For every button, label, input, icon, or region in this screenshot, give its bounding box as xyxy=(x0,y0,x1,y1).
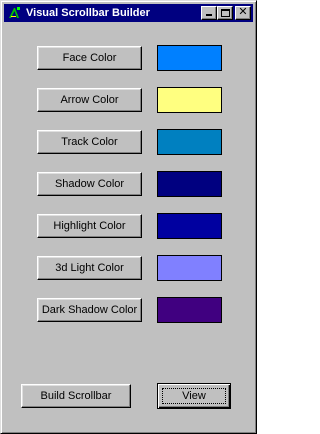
face-color-swatch[interactable] xyxy=(157,45,222,71)
view-button[interactable]: View xyxy=(157,383,231,409)
window-controls: ✕ xyxy=(201,6,251,20)
track-color-swatch[interactable] xyxy=(157,129,222,155)
maximize-icon xyxy=(221,9,230,17)
window-title: Visual Scrollbar Builder xyxy=(26,7,150,19)
arrow-color-swatch[interactable] xyxy=(157,87,222,113)
shadow-color-swatch[interactable] xyxy=(157,171,222,197)
view-button-label: View xyxy=(182,390,206,402)
highlight-color-swatch[interactable] xyxy=(157,213,222,239)
app-icon xyxy=(7,6,21,20)
dark-shadow-color-button[interactable]: Dark Shadow Color xyxy=(37,298,142,322)
dark-shadow-color-swatch[interactable] xyxy=(157,297,222,323)
minimize-icon xyxy=(206,14,212,16)
track-color-button[interactable]: Track Color xyxy=(37,130,142,154)
build-scrollbar-button[interactable]: Build Scrollbar xyxy=(21,384,131,408)
3d-light-color-swatch[interactable] xyxy=(157,255,222,281)
minimize-button[interactable] xyxy=(201,6,217,20)
app-window: Visual Scrollbar Builder ✕ Face Color Ar… xyxy=(0,0,257,434)
face-color-button[interactable]: Face Color xyxy=(37,46,142,70)
title-bar[interactable]: Visual Scrollbar Builder ✕ xyxy=(4,4,253,22)
close-icon: ✕ xyxy=(238,5,248,18)
shadow-color-button[interactable]: Shadow Color xyxy=(37,172,142,196)
close-button[interactable]: ✕ xyxy=(235,6,251,20)
highlight-color-button[interactable]: Highlight Color xyxy=(37,214,142,238)
3d-light-color-button[interactable]: 3d Light Color xyxy=(37,256,142,280)
maximize-button[interactable] xyxy=(217,6,233,20)
arrow-color-button[interactable]: Arrow Color xyxy=(37,88,142,112)
